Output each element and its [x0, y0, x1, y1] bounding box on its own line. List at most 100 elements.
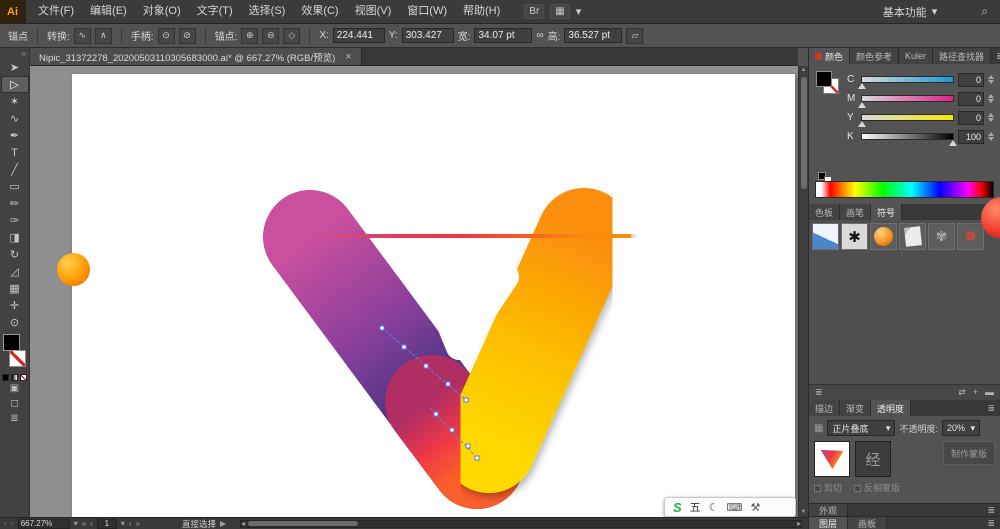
tool-direct-selection[interactable]: ▷ — [0, 76, 29, 93]
none-button[interactable] — [20, 374, 27, 381]
tool-zoom[interactable]: ⊙ — [1, 314, 29, 331]
keyboard-icon[interactable]: ⌨ — [727, 501, 743, 514]
make-mask-button[interactable]: 制作蒙版 — [943, 441, 995, 465]
tab-appearance[interactable]: 外观 — [809, 504, 849, 516]
yellow-value-input[interactable] — [958, 110, 984, 125]
color-spectrum-bar[interactable] — [815, 181, 994, 198]
tab-color-guide[interactable]: 颜色参考 — [850, 48, 900, 64]
tool-eraser[interactable]: ◨ — [1, 229, 29, 246]
chevron-down-icon[interactable]: ▾ — [121, 519, 125, 528]
tool-scale[interactable]: ◿ — [1, 263, 29, 280]
logo-top-arm[interactable] — [263, 188, 631, 284]
black-slider[interactable] — [861, 133, 957, 146]
add-anchor-button[interactable]: ⊕ — [241, 27, 259, 44]
tool-magic-wand[interactable]: ✶ — [1, 93, 29, 110]
new-symbol-icon[interactable]: + — [973, 387, 978, 398]
workspace-switcher[interactable]: 基本功能 ▾ — [883, 4, 938, 20]
convert-corner-button[interactable]: ∧ — [94, 27, 112, 44]
scroll-up-icon[interactable]: ▲ — [801, 66, 807, 75]
tab-symbols[interactable]: 符号 — [871, 204, 903, 220]
cyan-slider[interactable] — [858, 76, 954, 89]
h-scroll-thumb[interactable] — [248, 521, 359, 526]
artwork-thumbnail[interactable] — [814, 441, 850, 477]
tool-pen[interactable]: ✒ — [1, 127, 29, 144]
arrange-documents-icon[interactable]: ▦ — [550, 4, 570, 19]
menu-window[interactable]: 窗口(W) — [399, 0, 455, 23]
gradient-button[interactable] — [11, 374, 18, 381]
magenta-slider[interactable] — [858, 95, 954, 108]
symbol-red-flower[interactable]: ❁ — [957, 223, 984, 250]
bridge-icon[interactable]: Br — [524, 4, 545, 19]
statusbar-flyout-icon[interactable]: ▶ — [220, 519, 226, 528]
symbol-gear[interactable]: ✾ — [928, 223, 955, 250]
menu-object[interactable]: 对象(O) — [135, 0, 189, 23]
tool-rectangle[interactable]: ▭ — [1, 178, 29, 195]
invert-mask-checkbox[interactable]: 反相蒙版 — [854, 481, 900, 494]
screen-mode-button[interactable]: ◻ — [1, 396, 29, 411]
input-mode-indicator[interactable]: 五 — [690, 499, 701, 515]
collapse-icon[interactable]: « — [0, 48, 29, 59]
clip-checkbox[interactable]: 剪切 — [814, 481, 842, 494]
tool-line-segment[interactable]: ╱ — [1, 161, 29, 178]
tool-lasso[interactable]: ∿ — [1, 110, 29, 127]
yellow-slider[interactable] — [858, 114, 954, 127]
hide-handles-button[interactable]: ⊘ — [178, 27, 196, 44]
color-button[interactable] — [2, 374, 9, 381]
tab-stroke[interactable]: 描边 — [809, 400, 841, 416]
spinner-icon[interactable] — [988, 94, 994, 103]
y-input[interactable] — [401, 28, 454, 43]
artboard-next-button[interactable]: › — [129, 519, 132, 528]
x-input[interactable] — [332, 28, 385, 43]
document-tab[interactable]: Nipic_31372278_20200503110305683000.ai* … — [30, 48, 362, 65]
sogou-logo[interactable]: S — [673, 500, 682, 515]
chevron-down-icon[interactable]: ▾ — [74, 519, 78, 528]
scroll-right-icon[interactable]: ▸ — [797, 519, 801, 528]
width-input[interactable] — [474, 28, 533, 43]
blend-mode-select[interactable]: 正片叠底 ▾ — [827, 420, 896, 436]
tool-type[interactable]: T — [1, 144, 29, 161]
opacity-select[interactable]: 20% ▾ — [941, 420, 980, 436]
replace-symbol-icon[interactable]: ⇄ — [958, 387, 966, 398]
menu-file[interactable]: 文件(F) — [30, 0, 82, 23]
artboard-last-button[interactable]: » — [136, 519, 140, 528]
tab-swatches[interactable]: 色板 — [809, 204, 841, 220]
panel-menu-icon[interactable]: ≣ — [982, 517, 1000, 529]
tool-mesh[interactable]: ▦ — [1, 280, 29, 297]
tool-pencil[interactable]: ✏ — [1, 195, 29, 212]
canvas[interactable] — [30, 66, 798, 517]
vertical-scrollbar[interactable]: ▲ ▼ — [798, 66, 808, 517]
delete-symbol-icon[interactable]: ▬ — [985, 387, 994, 398]
tab-brushes[interactable]: 画笔 — [840, 204, 872, 220]
black-value-input[interactable] — [958, 129, 984, 144]
magenta-value-input[interactable] — [958, 91, 984, 106]
link-dimensions-icon[interactable]: ∞ — [536, 30, 543, 41]
menu-select[interactable]: 选择(S) — [241, 0, 294, 23]
spinner-icon[interactable] — [988, 75, 994, 84]
panel-menu-icon[interactable]: ≣ — [982, 504, 1000, 516]
stroke-color-swatch[interactable] — [8, 350, 26, 367]
menu-help[interactable]: 帮助(H) — [455, 0, 508, 23]
tab-layers[interactable]: 图层 — [809, 517, 849, 529]
menu-effect[interactable]: 效果(C) — [293, 0, 346, 23]
horizontal-scrollbar[interactable]: ◂ ▸ — [240, 519, 802, 528]
arrange-caret-icon[interactable]: ▾ — [576, 5, 582, 18]
tab-kuler[interactable]: Kuler — [899, 48, 934, 64]
menu-view[interactable]: 视图(V) — [347, 0, 400, 23]
tab-artboards[interactable]: 画板 — [848, 517, 888, 529]
menu-edit[interactable]: 编辑(E) — [82, 0, 135, 23]
symbol-landscape[interactable] — [812, 223, 839, 250]
show-handles-button[interactable]: ⊙ — [157, 27, 175, 44]
symbol-orange-sphere[interactable] — [870, 223, 897, 250]
statusbar-icon[interactable]: ▫ — [11, 519, 14, 528]
artboard-first-button[interactable]: « — [82, 519, 86, 528]
symbols-library-icon[interactable]: ≣ — [815, 387, 823, 398]
moon-icon[interactable]: ☾ — [709, 501, 719, 514]
v-scroll-thumb[interactable] — [800, 77, 807, 189]
tool-selection[interactable]: ➤ — [1, 59, 29, 76]
convert-smooth-button[interactable]: ∿ — [73, 27, 91, 44]
symbol-torn-paper[interactable] — [899, 223, 926, 250]
panel-menu-icon[interactable]: ≣ — [991, 48, 1000, 64]
height-input[interactable] — [564, 28, 623, 43]
tab-gradient[interactable]: 渐变 — [840, 400, 872, 416]
tool-paintbrush[interactable]: ✑ — [1, 212, 29, 229]
